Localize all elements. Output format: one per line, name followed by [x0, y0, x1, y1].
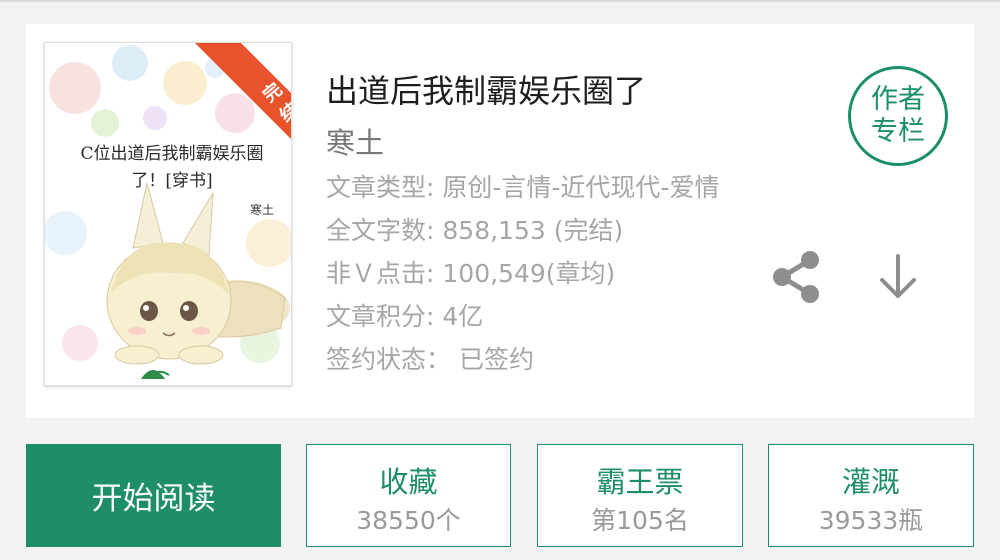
meta-key: 非Ｖ点击:: [326, 259, 435, 288]
meta-row-clicks: 非Ｖ点击: 100,549(章均): [326, 254, 615, 290]
irrigate-button[interactable]: 灌溉 39533瓶: [768, 444, 974, 547]
meta-key: 文章类型:: [326, 173, 435, 202]
stat-label: 收藏: [379, 465, 438, 499]
share-icon[interactable]: [768, 250, 824, 304]
meta-row-type: 文章类型: 原创-言情-近代现代-爱情: [326, 168, 719, 204]
stat-value: 39533瓶: [818, 506, 924, 535]
stat-value: 第105名: [591, 506, 689, 535]
top-divider: [0, 0, 1000, 2]
meta-key: 签约状态：: [326, 345, 452, 374]
meta-row-score: 文章积分: 4亿: [326, 297, 483, 333]
book-cover[interactable]: 完结 C位出道后我制霸娱乐圈了！[穿书] 寒土: [44, 42, 292, 386]
favorite-button[interactable]: 收藏 38550个: [306, 444, 511, 547]
author-column-button[interactable]: 作者专栏: [848, 66, 948, 166]
overlord-ticket-button[interactable]: 霸王票 第105名: [537, 444, 743, 547]
meta-key: 全文字数:: [326, 216, 435, 245]
stat-label: 霸王票: [596, 465, 684, 499]
download-arrow-icon[interactable]: [874, 252, 922, 302]
meta-value: 100,549(章均): [442, 259, 616, 288]
book-title: 出道后我制霸娱乐圈了: [326, 72, 647, 110]
meta-value: 4亿: [442, 302, 484, 331]
stat-label: 灌溉: [841, 465, 900, 499]
start-reading-button[interactable]: 开始阅读: [26, 444, 281, 547]
meta-key: 文章积分:: [326, 302, 435, 331]
author-column-label: 作者专栏: [871, 84, 925, 147]
meta-row-contract: 签约状态： 已签约: [326, 340, 534, 376]
book-author[interactable]: 寒土: [326, 120, 384, 162]
cover-title: C位出道后我制霸娱乐圈了！[穿书]: [80, 144, 264, 191]
meta-value: 858,153 (完结): [442, 216, 624, 245]
cover-author: 寒土: [250, 203, 275, 217]
meta-value: 原创-言情-近代现代-爱情: [442, 173, 720, 202]
stat-value: 38550个: [356, 506, 461, 535]
meta-value: 已签约: [458, 345, 534, 374]
meta-row-word-count: 全文字数: 858,153 (完结): [326, 211, 623, 247]
